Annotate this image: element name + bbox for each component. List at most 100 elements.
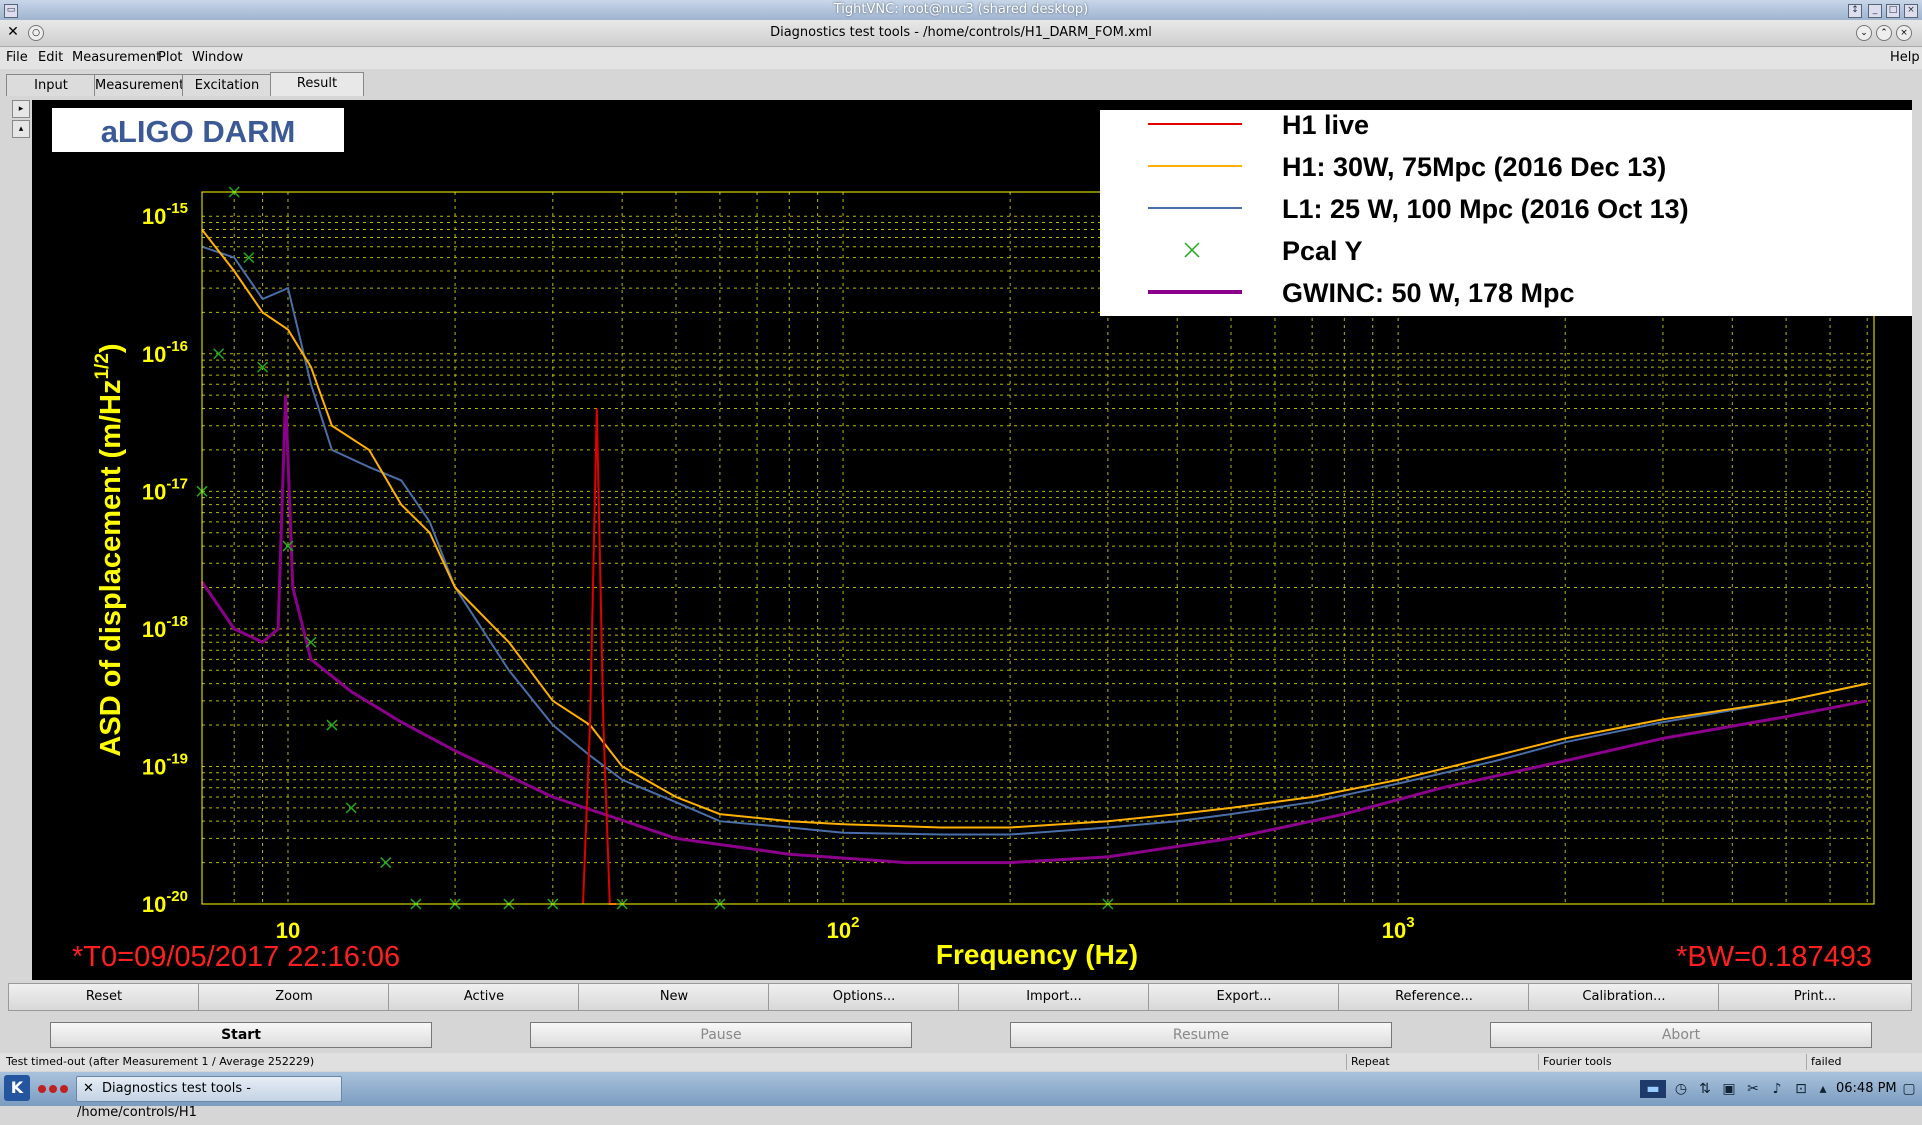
t0-timestamp: *T0=09/05/2017 22:16:06 <box>72 941 400 973</box>
y-tick-exp: -20 <box>166 888 188 905</box>
legend-label: L1: 25 W, 100 Mpc (2016 Oct 13) <box>1282 194 1689 224</box>
x-tick-label: 102 <box>827 914 860 943</box>
y-tick-label: 10-18 <box>142 613 188 642</box>
clock: 06:48 PM <box>1836 1081 1897 1096</box>
y-tick-base: 10 <box>142 479 166 504</box>
x-axis-label: Frequency (Hz) <box>936 939 1138 970</box>
y-tick-exp: -15 <box>166 200 188 217</box>
desktop1-icon[interactable] <box>38 1085 46 1093</box>
resume-button[interactable]: Resume <box>1010 1022 1392 1048</box>
x-tick-base: 10 <box>827 918 851 943</box>
y-axis-label-group: ASD of displacement (m/Hz1/2) <box>92 343 127 756</box>
desktop3-icon[interactable] <box>60 1085 68 1093</box>
menu-help[interactable]: Help <box>1890 50 1920 65</box>
menu-bar: File Edit Measurement Plot Window Help <box>0 47 1922 69</box>
y-tick-exp: -17 <box>166 475 188 492</box>
display-icon[interactable]: ⊡ <box>1792 1080 1810 1098</box>
menu-measurement[interactable]: Measurement <box>72 50 161 65</box>
y-tick-label: 10-20 <box>142 888 188 917</box>
menu-file[interactable]: File <box>6 50 28 65</box>
zoom-button[interactable]: Zoom <box>198 983 390 1011</box>
darm-plot[interactable]: 10-1510-1610-1710-1810-1910-20 10 102 103 … <box>32 100 1912 980</box>
y-tick-exp: -16 <box>166 338 188 355</box>
y-axis-label: ASD of displacement (m/Hz <box>95 380 127 757</box>
y-tick-label: 10-16 <box>142 338 188 367</box>
x-tick-labels: 10 102 103 <box>276 914 1415 943</box>
desktop2-icon[interactable] <box>49 1085 57 1093</box>
minimize-icon[interactable]: ⌄ <box>1856 25 1872 41</box>
vnc-title-bar: TightVNC: root@nuc3 (shared desktop) ▭ ↕… <box>0 0 1922 20</box>
tab-result[interactable]: Result <box>270 72 364 96</box>
import-button[interactable]: Import... <box>958 983 1150 1011</box>
vnc-restore-icon[interactable]: ↕ <box>1848 4 1862 18</box>
plot-area[interactable]: 10-15 10-16 10-17 10-18 10-19 10-20 10 102 103 … <box>32 100 1912 980</box>
series-line-h1 <box>201 228 1868 829</box>
y-tick-exp: -18 <box>166 613 188 630</box>
plot-legend: H1 live H1: 30W, 75Mpc (2016 Dec 13) L1: 2… <box>1100 110 1912 316</box>
legend-label: H1: 30W, 75Mpc (2016 Dec 13) <box>1282 152 1666 182</box>
status-repeat: Repeat <box>1346 1054 1390 1070</box>
vnc-close-icon[interactable]: × <box>1904 4 1918 18</box>
vnc-menu-icon[interactable]: ▭ <box>4 4 18 18</box>
vnc-maximize-icon[interactable]: □ <box>1886 4 1900 18</box>
scissors-icon[interactable]: ✂ <box>1744 1080 1762 1098</box>
arrow-up-icon[interactable]: ▴ <box>1814 1080 1832 1098</box>
network-icon[interactable]: ⇅ <box>1696 1080 1714 1098</box>
series-line-h1-live <box>582 408 617 905</box>
reference-button[interactable]: Reference... <box>1338 983 1530 1011</box>
clock-tray-icon[interactable]: ◷ <box>1672 1080 1690 1098</box>
bandwidth-readout: *BW=0.187493 <box>1676 941 1872 973</box>
y-tick-exp: -19 <box>166 750 188 767</box>
pcal-y-point <box>345 802 357 814</box>
tab-excitation[interactable]: Excitation <box>182 74 272 96</box>
status-state: failed <box>1806 1054 1841 1070</box>
status-tool: Fourier tools <box>1538 1054 1612 1070</box>
svg-text:ASD of displacement (m/Hz1/2): ASD of displacement (m/Hz1/2) <box>92 343 127 756</box>
y-tick-label: 10-15 <box>142 200 188 229</box>
volume-icon[interactable]: ♪ <box>1768 1080 1786 1098</box>
new-button[interactable]: New <box>578 983 770 1011</box>
y-tick-label: 10-17 <box>142 475 188 504</box>
start-button[interactable]: Start <box>50 1022 432 1048</box>
x-tick-label: 10 <box>276 918 300 943</box>
x-tick-label: 103 <box>1382 914 1415 943</box>
x-tick-base: 10 <box>276 918 300 943</box>
tab-input[interactable]: Input <box>6 74 96 96</box>
app-tools-icon[interactable]: ✕ <box>6 25 20 39</box>
vnc-minimize-icon[interactable]: _ <box>1868 4 1882 18</box>
collapse-icon[interactable]: ▴ <box>12 120 30 138</box>
monitor-icon[interactable]: ▣ <box>1720 1080 1738 1098</box>
show-desktop-icon[interactable]: ▢ <box>1900 1080 1918 1098</box>
x-tick-base: 10 <box>1382 918 1406 943</box>
taskbar-item-diagnostics[interactable]: ✕ Diagnostics test tools - /home/control… <box>76 1076 342 1120</box>
y-tick-base: 10 <box>142 617 166 642</box>
export-button[interactable]: Export... <box>1148 983 1340 1011</box>
y-tick-base: 10 <box>142 892 166 917</box>
menu-plot[interactable]: Plot <box>158 50 183 65</box>
y-tick-base: 10 <box>142 754 166 779</box>
x-tick-exp: 2 <box>851 914 859 931</box>
window-icon: ✕ <box>83 1081 94 1096</box>
menu-edit[interactable]: Edit <box>38 50 63 65</box>
taskbar: K ✕ Diagnostics test tools - /home/contr… <box>0 1072 1922 1120</box>
options-button[interactable]: Options... <box>768 983 960 1011</box>
calibration-button[interactable]: Calibration... <box>1528 983 1720 1011</box>
app-title-bar: Diagnostics test tools - /home/controls/… <box>0 20 1922 47</box>
tab-measurement[interactable]: Measurement <box>94 74 184 96</box>
y-tick-labels: 10-1510-1610-1710-1810-1910-20 <box>142 200 188 917</box>
status-message: Test timed-out (after Measurement 1 / Av… <box>6 1055 315 1068</box>
screen-icon[interactable]: ▬ <box>1640 1080 1666 1098</box>
print-button[interactable]: Print... <box>1718 983 1912 1011</box>
close-icon[interactable]: × <box>1896 25 1912 41</box>
x-tick-exp: 3 <box>1406 914 1414 931</box>
app-menu-icon[interactable]: ○ <box>28 25 44 41</box>
pause-button[interactable]: Pause <box>530 1022 912 1048</box>
kde-menu-icon[interactable]: K <box>4 1075 30 1101</box>
maximize-icon[interactable]: ⌃ <box>1876 25 1892 41</box>
abort-button[interactable]: Abort <box>1490 1022 1872 1048</box>
active-button[interactable]: Active <box>388 983 580 1011</box>
legend-label: Pcal Y <box>1282 236 1363 266</box>
expand-right-icon[interactable]: ▸ <box>12 100 30 118</box>
menu-window[interactable]: Window <box>192 50 243 65</box>
reset-button[interactable]: Reset <box>8 983 200 1011</box>
